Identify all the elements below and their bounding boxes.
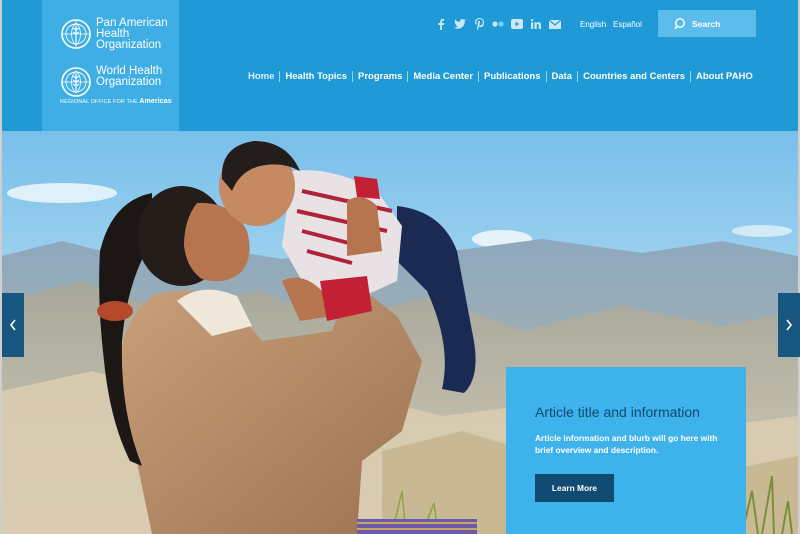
facebook-icon[interactable] [432,16,450,32]
who-regional-office: REGIONAL OFFICE FOR THE Americas [60,98,172,105]
linkedin-icon[interactable] [527,16,545,32]
nav-data[interactable]: Data [552,71,573,82]
nav-divider [689,71,691,82]
who-sub-americas: Americas [139,98,172,105]
article-card: Article title and information Article in… [506,367,746,534]
flickr-icon[interactable] [489,16,507,32]
twitter-icon[interactable] [451,16,469,32]
search-button[interactable]: Search [658,10,756,37]
social-links [432,16,565,32]
learn-more-button[interactable]: Learn More [535,474,614,502]
search-label: Search [692,18,721,29]
paho-line-3: Organization [96,39,162,51]
un-emblem-icon [61,19,91,49]
language-spanish[interactable]: Español [613,20,642,29]
nav-about-paho[interactable]: About PAHO [696,71,753,82]
nav-media-center[interactable]: Media Center [413,71,473,82]
language-english[interactable]: English [580,20,606,29]
paho-wordmark: Pan American Health Organization [96,17,168,51]
nav-divider [279,71,281,82]
email-icon[interactable] [546,16,564,32]
nav-countries-and-centers[interactable]: Countries and Centers [583,71,685,82]
main-nav: Home Health Topics Programs Media Center… [248,71,753,82]
nav-divider [407,71,409,82]
who-emblem-icon [61,67,91,97]
article-title[interactable]: Article title and information [535,404,700,420]
search-icon [674,17,685,29]
nav-divider [352,71,353,82]
logo-panel[interactable]: Pan American Health Organization World H… [42,0,179,131]
hero-carousel: Article title and information Article in… [2,131,798,534]
nav-programs[interactable]: Programs [358,71,402,82]
paho-logo[interactable]: Pan American Health Organization [60,17,168,51]
who-sub-small: REGIONAL OFFICE FOR THE [60,99,138,105]
nav-divider [577,71,579,82]
nav-divider [545,71,547,82]
article-description: Article information and blurb will go he… [535,433,718,455]
site-header: Pan American Health Organization World H… [2,0,798,131]
carousel-prev-button[interactable] [2,293,24,357]
nav-home[interactable]: Home [248,71,274,82]
who-wordmark: World Health Organization [96,65,162,88]
nav-health-topics[interactable]: Health Topics [285,71,347,82]
nav-publications[interactable]: Publications [484,71,540,82]
who-line-2: Organization [96,76,162,88]
carousel-next-button[interactable] [778,293,800,357]
pinterest-icon[interactable] [470,16,488,32]
chevron-left-icon [9,319,16,331]
youtube-icon[interactable] [508,16,526,32]
nav-divider [478,71,480,82]
who-logo[interactable]: World Health Organization [60,65,162,98]
chevron-right-icon [786,319,793,331]
